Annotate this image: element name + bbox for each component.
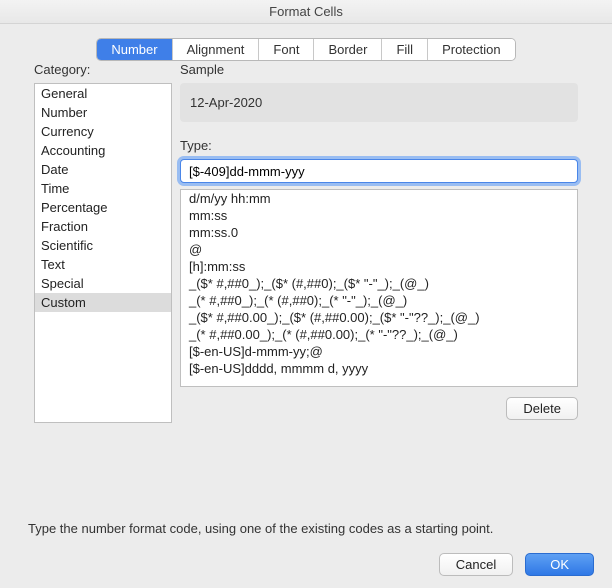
- category-item-accounting[interactable]: Accounting: [35, 141, 171, 160]
- type-format-item[interactable]: [$-en-US]dddd, mmmm d, yyyy: [181, 360, 577, 377]
- category-item-scientific[interactable]: Scientific: [35, 236, 171, 255]
- type-format-item[interactable]: _($* #,##0_);_($* (#,##0);_($* "-"_);_(@…: [181, 275, 577, 292]
- tab-number[interactable]: Number: [97, 39, 172, 60]
- category-item-special[interactable]: Special: [35, 274, 171, 293]
- category-item-time[interactable]: Time: [35, 179, 171, 198]
- type-format-listbox[interactable]: d/m/yy hh:mmmm:ssmm:ss.0@[h]:mm:ss_($* #…: [180, 189, 578, 387]
- tab-fill[interactable]: Fill: [382, 39, 428, 60]
- sample-value: 12-Apr-2020: [180, 83, 578, 122]
- category-item-text[interactable]: Text: [35, 255, 171, 274]
- type-format-item[interactable]: _(* #,##0.00_);_(* (#,##0.00);_(* "-"??_…: [181, 326, 577, 343]
- category-item-currency[interactable]: Currency: [35, 122, 171, 141]
- ok-button[interactable]: OK: [525, 553, 594, 576]
- tab-border[interactable]: Border: [314, 39, 382, 60]
- hint-text: Type the number format code, using one o…: [28, 521, 493, 536]
- category-label: Category:: [34, 62, 172, 77]
- category-listbox[interactable]: GeneralNumberCurrencyAccountingDateTimeP…: [34, 83, 172, 423]
- category-item-number[interactable]: Number: [35, 103, 171, 122]
- type-label: Type:: [180, 138, 578, 153]
- tab-font[interactable]: Font: [259, 39, 314, 60]
- type-format-item[interactable]: _($* #,##0.00_);_($* (#,##0.00);_($* "-"…: [181, 309, 577, 326]
- category-item-general[interactable]: General: [35, 84, 171, 103]
- category-item-custom[interactable]: Custom: [35, 293, 171, 312]
- category-item-date[interactable]: Date: [35, 160, 171, 179]
- type-format-item[interactable]: @: [181, 241, 577, 258]
- type-format-item[interactable]: [h]:mm:ss: [181, 258, 577, 275]
- window-title: Format Cells: [0, 0, 612, 24]
- type-format-item[interactable]: [$-en-US]d-mmm-yy;@: [181, 343, 577, 360]
- category-item-fraction[interactable]: Fraction: [35, 217, 171, 236]
- category-item-percentage[interactable]: Percentage: [35, 198, 171, 217]
- delete-button[interactable]: Delete: [506, 397, 578, 420]
- tab-protection[interactable]: Protection: [428, 39, 515, 60]
- tab-bar: NumberAlignmentFontBorderFillProtection: [0, 38, 612, 61]
- type-format-item[interactable]: d/m/yy hh:mm: [181, 190, 577, 207]
- sample-label: Sample: [180, 62, 578, 77]
- type-format-item[interactable]: _(* #,##0_);_(* (#,##0);_(* "-"_);_(@_): [181, 292, 577, 309]
- type-format-item[interactable]: mm:ss.0: [181, 224, 577, 241]
- type-input[interactable]: [180, 159, 578, 183]
- cancel-button[interactable]: Cancel: [439, 553, 513, 576]
- tab-alignment[interactable]: Alignment: [173, 39, 260, 60]
- type-format-item[interactable]: mm:ss: [181, 207, 577, 224]
